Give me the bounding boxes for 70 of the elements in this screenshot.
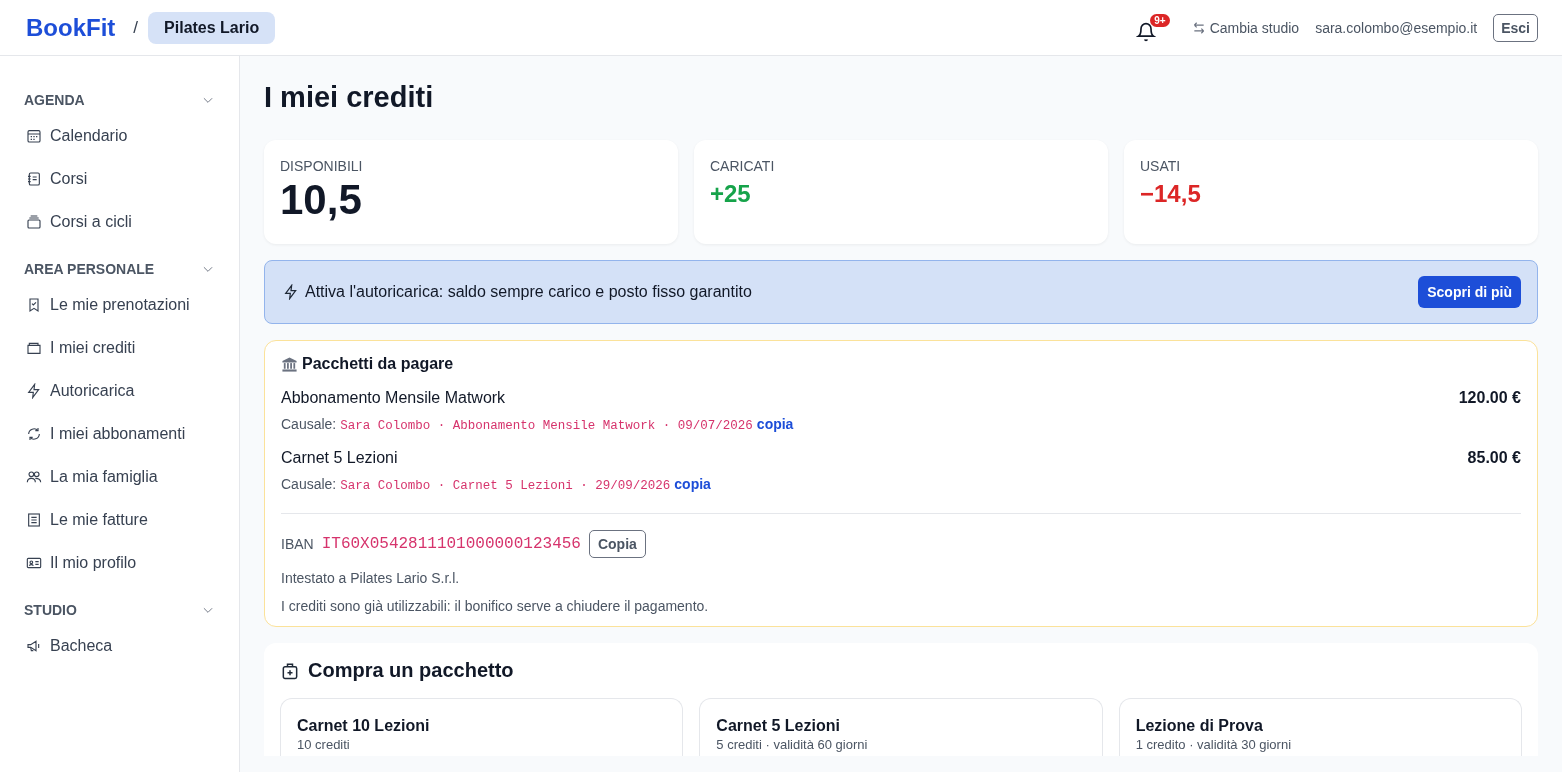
account-holder: Intestato a Pilates Lario S.r.l. <box>281 570 461 586</box>
refresh-icon <box>26 425 42 442</box>
sidebar-item[interactable]: La mia famiglia <box>24 455 215 498</box>
package-name: Abbonamento Mensile Matwork <box>281 389 506 407</box>
package-card[interactable]: Carnet 5 Lezioni 5 crediti · validità 60 giorni <box>699 698 1103 756</box>
reason-label: Causale: <box>281 416 337 432</box>
logo[interactable]: BookFit <box>26 13 116 42</box>
switch-studio-link[interactable]: Cambia studio <box>1191 19 1300 36</box>
sidebar-item[interactable]: Le mie prenotazioni <box>24 283 215 326</box>
sidebar-item[interactable]: Il mio profilo <box>24 541 215 584</box>
copy-button[interactable]: Copia <box>588 530 646 558</box>
copy-link[interactable]: copia <box>674 476 711 492</box>
stack-icon <box>26 213 42 230</box>
notification-badge: 9+ <box>1150 13 1170 27</box>
package-price: 85.00 € <box>1467 449 1521 467</box>
studio-chip[interactable]: Pilates Lario <box>148 11 276 44</box>
calendar-icon <box>26 127 42 144</box>
stat-value: −14,5 <box>1140 180 1202 208</box>
bookmark-icon <box>26 296 42 313</box>
megaphone-icon <box>26 637 42 654</box>
iban-code: IT60X0542811101000000123456 <box>321 535 581 553</box>
stat-label: CARICATI <box>710 158 776 174</box>
stat-value: 10,5 <box>280 176 363 224</box>
iban-label: IBAN <box>281 536 314 552</box>
package-card[interactable]: Carnet 10 Lezioni 10 crediti <box>280 698 684 756</box>
sidebar-item[interactable]: Calendario <box>24 114 215 157</box>
package-name: Carnet 5 Lezioni <box>281 449 398 467</box>
sidebar-item[interactable]: Corsi <box>24 157 215 200</box>
sidebar-item[interactable]: Corsi a cicli <box>24 200 215 243</box>
package-name: Carnet 5 Lezioni <box>716 717 841 735</box>
package-detail: 10 crediti <box>297 737 351 752</box>
stat-label: DISPONIBILI <box>280 158 364 174</box>
bolt-icon <box>26 382 42 399</box>
package-price: 120.00 € <box>1458 389 1521 407</box>
people-icon <box>26 468 42 485</box>
package-name: Lezione di Prova <box>1135 717 1264 735</box>
package-detail: 5 crediti · validità 60 giorni <box>716 737 869 752</box>
sidebar-item[interactable]: Le mie fatture <box>24 498 215 541</box>
package-card[interactable]: Lezione di Prova 1 credito · validità 30 giorni <box>1118 698 1522 756</box>
package-name: Carnet 10 Lezioni <box>297 717 431 735</box>
card-title: Compra un pacchetto <box>308 659 514 682</box>
section-header[interactable]: STUDIO <box>24 596 215 624</box>
sidebar-item[interactable]: I miei abbonamenti <box>24 412 215 455</box>
learn-more-button[interactable]: Scopri di più <box>1418 276 1521 308</box>
sidebar-item[interactable]: Autoricarica <box>24 369 215 412</box>
payment-reason: Sara Colombo · Carnet 5 Lezioni · 29/09/2026 <box>340 479 671 493</box>
sidebar-item[interactable]: Bacheca <box>24 624 215 667</box>
swap-arrows-icon <box>1191 20 1206 35</box>
copy-link[interactable]: copia <box>756 416 794 432</box>
sidebar-item[interactable]: I miei crediti <box>24 326 215 369</box>
package-detail: 1 credito · validità 30 giorni <box>1135 737 1292 752</box>
user-email: sara.colombo@esempio.it <box>1315 19 1478 36</box>
section-header[interactable]: AREA PERSONALE <box>24 255 215 283</box>
banner-text: Attiva l'autoricarica: saldo sempre carico e posto fisso garantito <box>305 283 753 301</box>
payment-reason: Sara Colombo · Abbonamento Mensile Matwork · 09/07/2026 <box>340 419 753 433</box>
bank-icon <box>281 355 298 373</box>
logout-button[interactable]: Esci <box>1493 13 1538 42</box>
breadcrumb-separator: / <box>133 17 139 38</box>
reason-label: Causale: <box>281 476 337 492</box>
payment-note: I crediti sono già utilizzabili: il bonifico serve a chiudere il pagamento. <box>281 598 710 614</box>
notifications-button[interactable]: 9+ <box>1135 13 1170 42</box>
invoice-icon <box>26 511 42 528</box>
bolt-icon <box>283 284 299 300</box>
card-title: Pacchetti da pagare <box>302 355 454 373</box>
stat-label: USATI <box>1140 158 1182 174</box>
bell-icon <box>1135 21 1156 42</box>
page-title: I miei crediti <box>264 80 435 115</box>
stat-value: +25 <box>710 180 752 208</box>
notebook-icon <box>26 170 42 187</box>
section-header[interactable]: AGENDA <box>24 86 215 114</box>
